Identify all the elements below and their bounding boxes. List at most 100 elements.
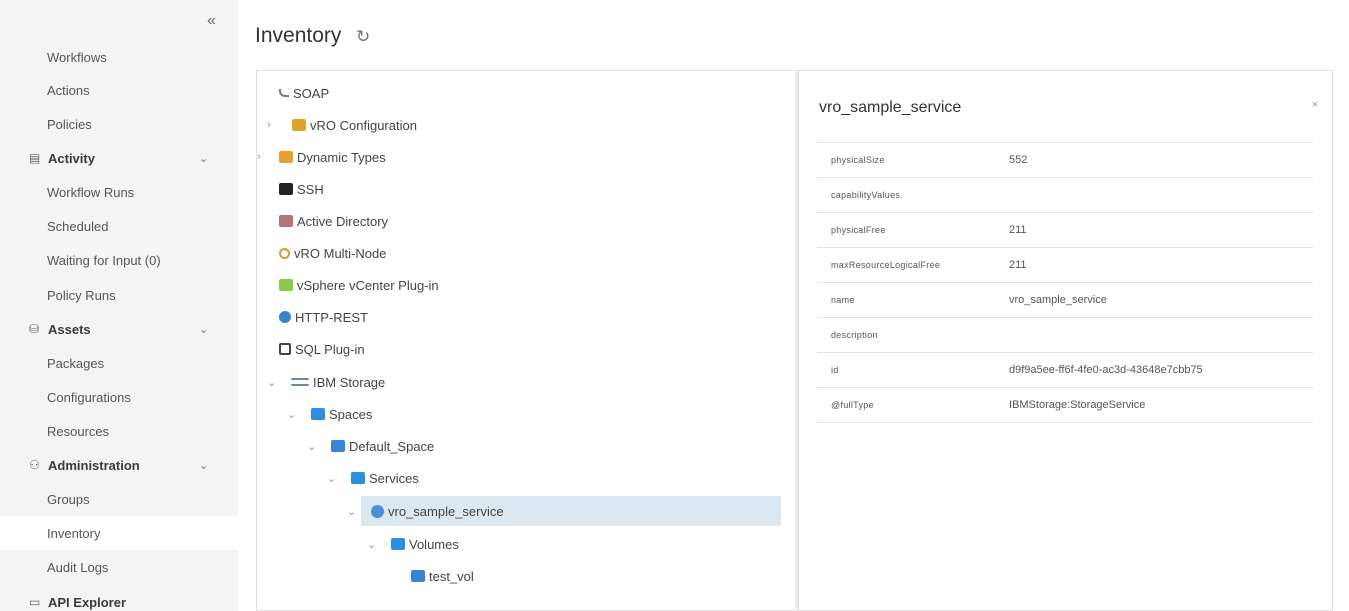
sql-icon — [279, 343, 291, 355]
sidebar-item-policy-runs[interactable]: Policy Runs — [0, 278, 238, 312]
tree-node-sql-plug-in[interactable]: SQL Plug-in — [279, 334, 365, 364]
tree-node-default-space[interactable]: ⌄ Default_Space — [307, 431, 435, 461]
tree-node-test-vol[interactable]: test_vol — [411, 561, 474, 591]
tree-node-dynamic-types[interactable]: › Dynamic Types — [257, 142, 386, 172]
sidebar-item-configurations[interactable]: Configurations — [0, 380, 238, 414]
tree-node-label: Dynamic Types — [297, 149, 386, 165]
sidebar-item-label: Audit Logs — [47, 559, 109, 575]
soap-icon — [279, 89, 289, 97]
sidebar-item-label: Workflow Runs — [47, 184, 135, 200]
tree-node-volumes[interactable]: ⌄ Volumes — [367, 529, 459, 559]
api-explorer-icon: ▭ — [29, 595, 41, 609]
chevron-down-icon[interactable]: ⌄ — [199, 323, 208, 336]
property-row: physicalSize 552 — [817, 143, 1313, 178]
tree-node-label: Volumes — [409, 536, 459, 552]
tree-node-spaces[interactable]: ⌄ Spaces — [287, 399, 373, 429]
tree-node-label: test_vol — [429, 568, 474, 584]
sidebar-item-audit-logs[interactable]: Audit Logs — [0, 550, 238, 584]
vsphere-icon — [279, 279, 293, 291]
sidebar-item-label: Workflows — [47, 49, 107, 65]
tree-node-label: vro_sample_service — [388, 503, 504, 519]
tree-node-label: Spaces — [329, 406, 373, 422]
sidebar-item-assets[interactable]: ⛁ Assets ⌄ — [0, 312, 238, 346]
sidebar-item-label: Scheduled — [47, 218, 109, 234]
chevron-down-icon[interactable]: ⌄ — [199, 152, 208, 165]
tree-node-vro-configuration[interactable]: › vRO Configuration — [267, 110, 417, 140]
tree-node-label: HTTP-REST — [295, 309, 368, 325]
file-icon — [331, 440, 345, 452]
property-key: physicalSize — [831, 155, 885, 165]
sidebar-item-resources[interactable]: Resources — [0, 414, 238, 448]
property-key: id — [831, 365, 839, 375]
sidebar-group-label: Assets — [48, 321, 91, 337]
ssh-icon — [279, 183, 293, 195]
service-icon — [371, 504, 384, 518]
property-key: description — [831, 330, 878, 340]
chevron-down-icon[interactable]: ⌄ — [347, 505, 356, 518]
sidebar-item-policies[interactable]: Policies — [0, 107, 238, 141]
tree-node-label: Default_Space — [349, 438, 435, 454]
chevron-right-icon[interactable]: › — [267, 119, 271, 131]
vro-icon — [279, 247, 290, 259]
sidebar-item-inventory[interactable]: Inventory — [0, 516, 238, 550]
property-key: @fullType — [831, 400, 874, 410]
sidebar-item-workflow-runs[interactable]: Workflow Runs — [0, 175, 238, 209]
tree-node-label: Active Directory — [297, 213, 389, 229]
sidebar-item-workflows[interactable]: Workflows — [0, 40, 238, 74]
tree-node-ssh[interactable]: SSH — [279, 174, 324, 204]
property-value: 211 — [1009, 224, 1027, 236]
property-row: id d9f9a5ee-ff6f-4fe0-ac3d-43648e7cbb75 — [817, 353, 1313, 388]
sidebar-item-api-explorer[interactable]: ▭ API Explorer — [0, 585, 238, 611]
tree-node-label: Services — [369, 470, 419, 486]
chevron-down-icon[interactable]: ⌄ — [267, 376, 276, 389]
tree-node-vsphere-vcenter-plug-in[interactable]: vSphere vCenter Plug-in — [279, 270, 439, 300]
property-row: physicalFree 211 — [817, 213, 1313, 248]
sidebar-item-label: Resources — [47, 423, 110, 439]
chevron-down-icon[interactable]: ⌄ — [367, 538, 376, 551]
folder-icon — [311, 408, 325, 420]
property-value: 211 — [1009, 259, 1027, 271]
tree-node-http-rest[interactable]: HTTP-REST — [279, 302, 368, 332]
property-row: description — [817, 318, 1313, 353]
assets-icon: ⛁ — [29, 322, 40, 336]
property-row: name vro_sample_service — [817, 283, 1313, 318]
sidebar-item-waiting-for-input-0[interactable]: Waiting for Input (0) — [0, 243, 238, 277]
chevron-down-icon[interactable]: ⌄ — [327, 472, 336, 485]
sidebar-item-label: Actions — [47, 82, 90, 98]
http-icon — [279, 311, 291, 323]
property-key: physicalFree — [831, 225, 886, 235]
ad-icon — [279, 215, 293, 227]
sidebar-group-label: Administration — [48, 457, 140, 473]
tree-node-vro-multi-node[interactable]: vRO Multi-Node — [279, 238, 386, 268]
sidebar-item-groups[interactable]: Groups — [0, 482, 238, 516]
refresh-icon[interactable]: ↻ — [356, 27, 370, 47]
tree-node-active-directory[interactable]: Active Directory — [279, 206, 388, 236]
sidebar-group-label: API Explorer — [48, 594, 127, 610]
properties-table: physicalSize 552 capabilityValues physicalF… — [817, 142, 1313, 423]
sidebar-item-label: Policy Runs — [47, 287, 116, 303]
tree-node-label: vSphere vCenter Plug-in — [297, 277, 439, 293]
property-value: 552 — [1009, 154, 1028, 166]
chevron-down-icon[interactable]: ⌄ — [199, 459, 208, 472]
sidebar-item-activity[interactable]: ▤ Activity ⌄ — [0, 141, 238, 175]
chevron-down-icon[interactable]: ⌄ — [287, 408, 296, 421]
collapse-sidebar-icon[interactable]: « — [207, 12, 216, 30]
folder-icon — [391, 538, 405, 550]
tree-node-label: vRO Configuration — [310, 117, 417, 133]
tree-node-label: vRO Multi-Node — [294, 245, 387, 261]
sidebar-item-actions[interactable]: Actions — [0, 73, 238, 107]
chevron-down-icon[interactable]: ⌄ — [307, 440, 316, 453]
tree-node-soap[interactable]: SOAP — [279, 78, 329, 108]
sidebar-item-packages[interactable]: Packages — [0, 346, 238, 380]
sidebar-item-label: Groups — [47, 491, 90, 507]
sidebar-item-administration[interactable]: ⚇ Administration ⌄ — [0, 448, 238, 482]
sidebar: « Workflows Actions Policies ▤ Activity ⌄ Work… — [0, 0, 238, 611]
config-icon — [292, 119, 306, 131]
tree-node-ibm-storage[interactable]: ⌄ IBM Storage — [267, 367, 385, 397]
tree-node-vro-sample-service[interactable]: ⌄ vro_sample_service — [347, 496, 781, 526]
file-icon — [411, 570, 425, 582]
sidebar-item-scheduled[interactable]: Scheduled — [0, 209, 238, 243]
chevron-right-icon[interactable]: › — [257, 151, 261, 163]
close-icon[interactable]: × — [1312, 99, 1318, 111]
tree-node-services[interactable]: ⌄ Services — [327, 463, 419, 493]
